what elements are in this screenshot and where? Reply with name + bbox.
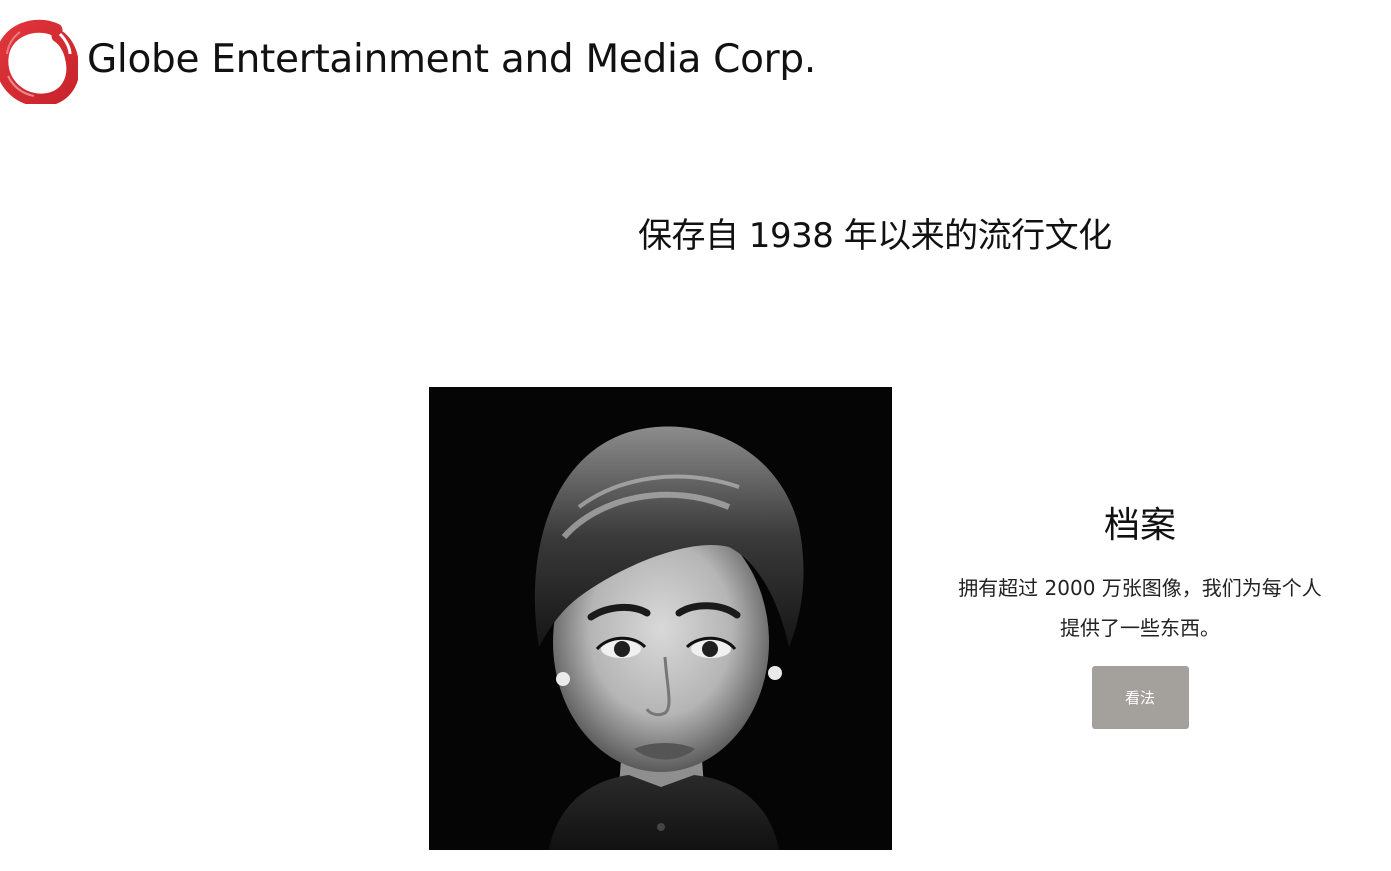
- archive-description: 拥有超过 2000 万张图像，我们为每个人提供了一些东西。: [958, 576, 1322, 640]
- view-archive-button[interactable]: 看法: [1091, 666, 1189, 729]
- hero-tagline: 保存自 1938 年以来的流行文化: [638, 216, 1112, 256]
- archive-portrait-image: [429, 387, 892, 850]
- archive-section: 档案 拥有超过 2000 万张图像，我们为每个人提供了一些东西。 看法: [940, 498, 1340, 729]
- brand-name-link[interactable]: Globe Entertainment and Media Corp.: [87, 36, 816, 84]
- archive-title: 档案: [1103, 505, 1176, 546]
- site-header: Globe Entertainment and Media Corp.: [0, 18, 900, 108]
- globe-logo-icon[interactable]: [0, 18, 80, 107]
- page: Globe Entertainment and Media Corp. 保存自 …: [0, 0, 1391, 871]
